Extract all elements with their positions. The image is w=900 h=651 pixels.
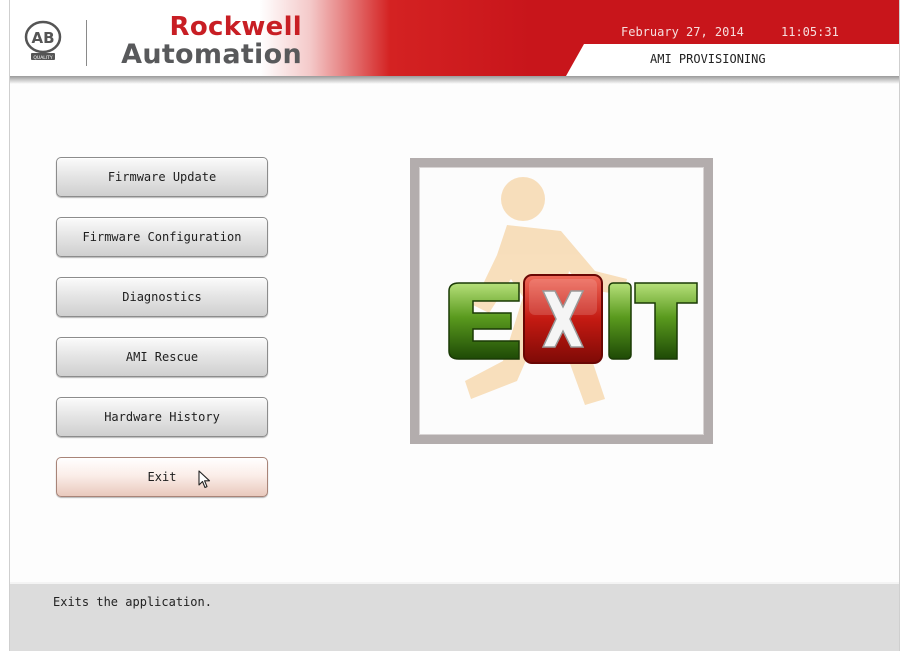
allen-bradley-logo: AB QUALITY xyxy=(24,20,62,61)
letter-i xyxy=(608,282,632,360)
exit-running-man-icon xyxy=(448,177,698,405)
firmware-update-button[interactable]: Firmware Update xyxy=(56,157,268,197)
firmware-configuration-button[interactable]: Firmware Configuration xyxy=(56,217,268,257)
exit-button[interactable]: Exit xyxy=(56,457,268,497)
brand-name-line1: Rockwell xyxy=(169,12,302,42)
logo-divider xyxy=(86,20,87,66)
ami-rescue-button[interactable]: AMI Rescue xyxy=(56,337,268,377)
letter-x-red-box xyxy=(523,274,603,364)
diagnostics-button[interactable]: Diagnostics xyxy=(56,277,268,317)
header-shadow xyxy=(10,76,899,84)
brand-name-line2: Automation xyxy=(121,39,302,70)
hardware-history-button[interactable]: Hardware History xyxy=(56,397,268,437)
letter-e xyxy=(448,282,520,360)
logo-subtext: QUALITY xyxy=(33,55,52,61)
letter-t xyxy=(634,282,698,360)
header-date: February 27, 2014 xyxy=(621,25,744,39)
header-banner: AB QUALITY Rockwell Automation February … xyxy=(10,0,899,82)
mouse-cursor-icon xyxy=(198,470,211,489)
status-message: Exits the application. xyxy=(53,595,212,609)
app-title: AMI PROVISIONING xyxy=(650,52,766,66)
exit-preview-panel xyxy=(410,158,713,444)
application-window: AB QUALITY Rockwell Automation February … xyxy=(9,0,900,651)
status-bar: Exits the application. xyxy=(10,582,899,651)
logo-letters: AB xyxy=(31,29,54,47)
header-time: 11:05:31 xyxy=(781,25,839,39)
